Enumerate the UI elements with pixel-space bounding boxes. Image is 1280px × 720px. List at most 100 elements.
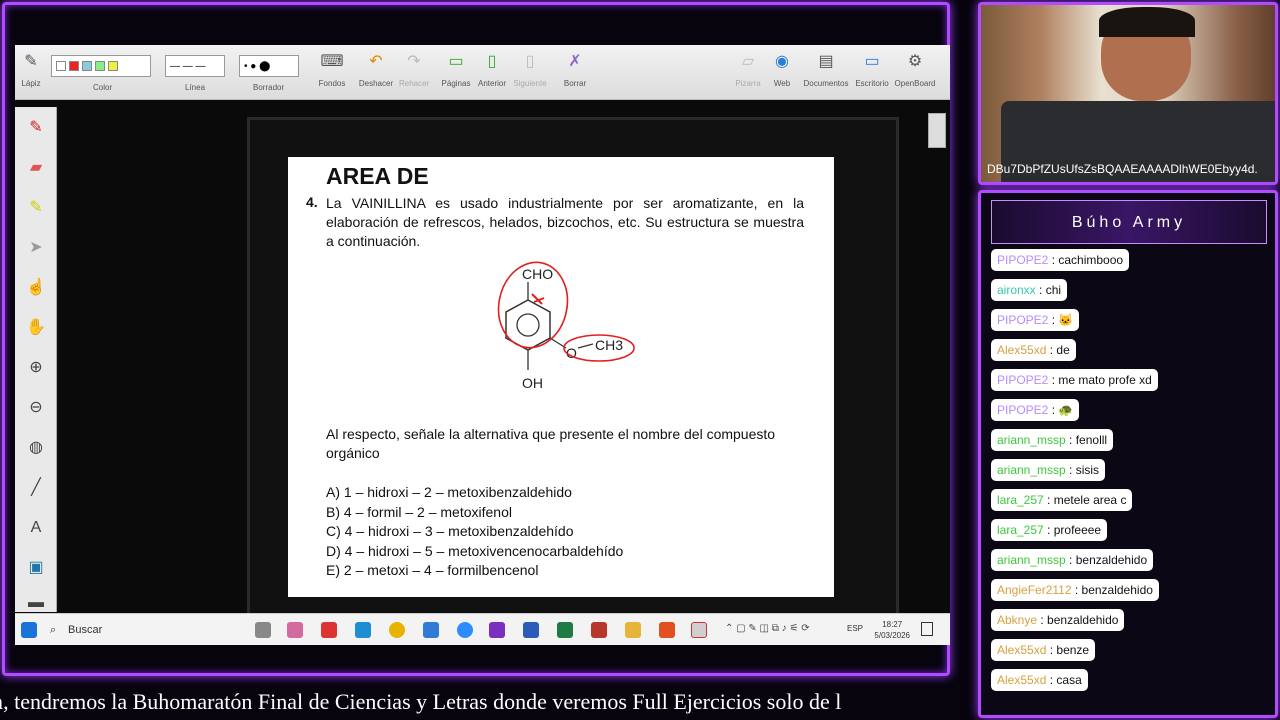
cho-label: CHO xyxy=(522,266,553,282)
chat-separator: : xyxy=(1065,463,1076,477)
option-e: E) 2 – metoxi – 4 – formilbencenol xyxy=(326,562,539,578)
system-tray-icons[interactable]: ⌃ ▢ ✎ ◫ ⧉ ♪ ⚟ ⟳ xyxy=(725,623,810,634)
access-icon[interactable] xyxy=(591,622,607,638)
ch3-label: CH3 xyxy=(595,337,623,353)
next-page-icon: ▯ xyxy=(525,53,535,70)
chat-separator: : xyxy=(1048,403,1059,417)
color-palette[interactable] xyxy=(51,55,151,77)
chrome-icon[interactable] xyxy=(389,622,405,638)
screen-capture: ✎ Lápiz Color — — — Línea • ● ⬤ Borrador … xyxy=(15,45,950,645)
chat-username[interactable]: ariann_mssp xyxy=(997,463,1066,477)
selector-tool-icon[interactable]: ➤ xyxy=(25,237,47,259)
onenote-icon[interactable] xyxy=(489,622,505,638)
chat-message: PIPOPE2 : me mato profe xd xyxy=(991,369,1158,391)
previous-button[interactable]: ▯ Anterior xyxy=(475,51,509,88)
language-indicator[interactable]: ESP xyxy=(847,624,863,633)
notifications-icon[interactable] xyxy=(921,622,933,636)
stream-layout: ✎ Lápiz Color — — — Línea • ● ⬤ Borrador … xyxy=(0,0,1280,720)
chat-username[interactable]: ariann_mssp xyxy=(997,553,1066,567)
chat-separator: : xyxy=(1048,253,1059,267)
chat-separator: : xyxy=(1043,493,1054,507)
chat-message: PIPOPE2 : cachimbooo xyxy=(991,249,1130,271)
pencil-icon: ✎ xyxy=(24,53,38,70)
chat-username[interactable]: Alex55xd xyxy=(997,673,1046,687)
chat-username[interactable]: ariann_mssp xyxy=(997,433,1066,447)
collapse-panel-handle[interactable] xyxy=(928,113,946,148)
text-tool-icon[interactable]: A xyxy=(25,517,47,539)
openboard-button[interactable]: ⚙ OpenBoard xyxy=(893,51,937,88)
chat-message: Alex55xd : casa xyxy=(991,669,1088,691)
eraser-size-picker[interactable]: • ● ⬤ xyxy=(239,55,299,77)
chat-text: benzaldehido xyxy=(1075,553,1148,567)
chat-username[interactable]: Alex55xd xyxy=(997,343,1046,357)
web-button[interactable]: ◉ Web xyxy=(769,51,795,88)
clear-button[interactable]: ✗ Borrar xyxy=(561,51,589,88)
vanillin-structure: CHO O CH3 OH xyxy=(497,261,635,391)
redo-button[interactable]: ↷ Rehacer xyxy=(399,51,429,88)
chat-text: de xyxy=(1056,343,1070,357)
pages-button[interactable]: ▭ Páginas xyxy=(441,51,471,88)
chat-username[interactable]: Abknye xyxy=(997,613,1037,627)
eraser-label: Borrador xyxy=(253,83,285,92)
backgrounds-button[interactable]: ⌨ Fondos xyxy=(315,51,349,88)
line-tool-icon[interactable]: ╱ xyxy=(25,477,47,499)
chat-username[interactable]: PIPOPE2 xyxy=(997,313,1048,327)
pencil-tool[interactable]: ✎ Lápiz xyxy=(17,51,45,88)
option-d: D) 4 – hidroxi – 5 – metoxivencenocarbal… xyxy=(326,542,624,559)
undo-button[interactable]: ↶ Deshacer xyxy=(357,51,395,88)
more-tools-icon[interactable]: ▬ xyxy=(25,592,47,614)
outlook-icon[interactable] xyxy=(423,622,439,638)
question-number: 4. xyxy=(306,194,318,210)
chat-separator: : xyxy=(1048,373,1059,387)
chat-username[interactable]: AngieFer2112 xyxy=(997,583,1072,597)
word-icon[interactable] xyxy=(523,622,539,638)
pen-tool-icon[interactable]: ✎ xyxy=(25,117,47,139)
task-view-icon[interactable] xyxy=(255,622,271,638)
chat-username[interactable]: lara_257 xyxy=(997,493,1044,507)
desktop-button[interactable]: ▭ Escritorio xyxy=(853,51,891,88)
marker-tool-icon[interactable]: ✎ xyxy=(25,197,47,219)
line-label: Línea xyxy=(185,83,206,92)
chat-username[interactable]: PIPOPE2 xyxy=(997,253,1048,267)
laser-pointer-icon[interactable]: ◍ xyxy=(25,437,47,459)
file-explorer-icon[interactable] xyxy=(625,622,641,638)
chat-username[interactable]: lara_257 xyxy=(997,523,1044,537)
chat-text: profeeee xyxy=(1053,523,1102,537)
chat-username[interactable]: PIPOPE2 xyxy=(997,373,1048,387)
pdf-app-icon[interactable] xyxy=(321,622,337,638)
copilot-icon[interactable] xyxy=(287,622,303,638)
board-app-icon[interactable] xyxy=(691,622,707,638)
chat-text: casa xyxy=(1056,673,1082,687)
capture-tool-icon[interactable]: ▣ xyxy=(25,557,47,579)
excel-icon[interactable] xyxy=(557,622,573,638)
globe-icon: ◉ xyxy=(775,53,789,70)
chat-text: metele area c xyxy=(1053,493,1127,507)
board-button[interactable]: ▱ Pizarra xyxy=(733,51,763,88)
chat-text: 🐱 xyxy=(1058,313,1074,327)
interact-tool-icon[interactable]: ☝ xyxy=(25,277,47,299)
hand-tool-icon[interactable]: ✋ xyxy=(25,317,47,339)
taskbar-search[interactable]: ⌕ Buscar xyxy=(42,618,237,642)
zoom-icon[interactable] xyxy=(457,622,473,638)
taskbar-clock[interactable]: 18:27 5/03/2026 xyxy=(874,619,910,641)
chat-text: fenolll xyxy=(1075,433,1108,447)
search-icon: ⌕ xyxy=(50,624,57,636)
next-button[interactable]: ▯ Siguiente xyxy=(511,51,549,88)
document-page: AREA DE 4. La VAINILLINA es usado indust… xyxy=(288,157,834,597)
zoom-out-icon[interactable]: ⊖ xyxy=(25,397,47,419)
webcam-frame: DBu7DbPfZUsUfsZsBQAAEAAAADlhWE0Ebyy4d. xyxy=(978,2,1278,185)
zoom-in-icon[interactable]: ⊕ xyxy=(25,357,47,379)
chat-username[interactable]: PIPOPE2 xyxy=(997,403,1048,417)
line-width-picker[interactable]: — — — xyxy=(165,55,225,77)
chat-message: ariann_mssp : benzaldehido xyxy=(991,549,1154,571)
edge-icon[interactable] xyxy=(355,622,371,638)
documents-button[interactable]: ▤ Documentos xyxy=(801,51,851,88)
chat-separator: : xyxy=(1048,313,1059,327)
chat-text: chi xyxy=(1045,283,1062,297)
windows-start-icon[interactable] xyxy=(21,622,37,638)
clear-icon: ✗ xyxy=(568,53,582,70)
eraser-tool-icon[interactable]: ▰ xyxy=(25,157,47,179)
app-icon[interactable] xyxy=(659,622,675,638)
chat-username[interactable]: aironxx xyxy=(997,283,1036,297)
chat-username[interactable]: Alex55xd xyxy=(997,643,1046,657)
